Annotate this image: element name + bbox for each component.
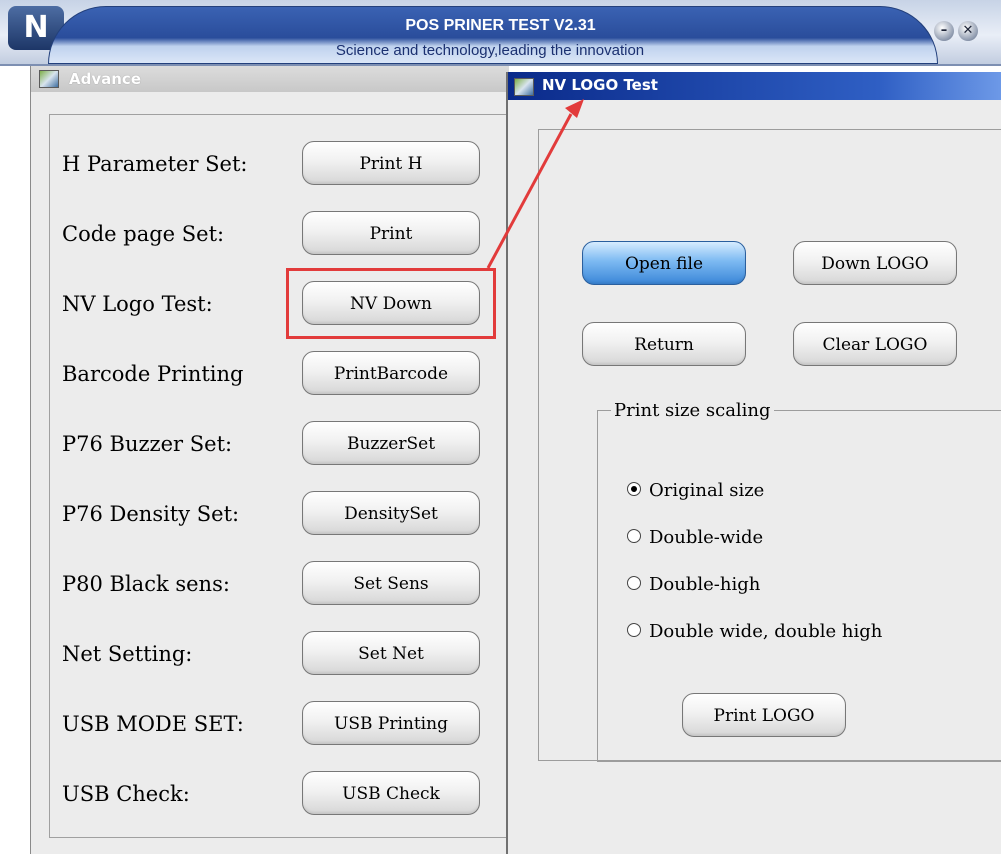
nv-logo-dialog: NV LOGO Test Open file Down LOGO Return … <box>506 72 1001 854</box>
black-sens-label: P80 Black sens: <box>62 572 230 596</box>
radio-dot-icon <box>627 576 641 590</box>
radio-dot-icon <box>627 623 641 637</box>
print-logo-button[interactable]: Print LOGO <box>682 693 846 737</box>
radio-label: Double-high <box>649 574 761 595</box>
down-logo-button[interactable]: Down LOGO <box>793 241 957 285</box>
nv-logo-content: Open file Down LOGO Return Clear LOGO Pr… <box>538 129 1001 762</box>
open-file-button[interactable]: Open file <box>582 241 746 285</box>
set-sens-button[interactable]: Set Sens <box>302 561 480 605</box>
net-setting-label: Net Setting: <box>62 642 193 666</box>
radio-double-high[interactable]: Double-high <box>627 574 760 595</box>
buzzer-set-button[interactable]: BuzzerSet <box>302 421 480 465</box>
app-subtitle: Science and technology,leading the innov… <box>335 42 645 59</box>
nv-logo-titlebar[interactable]: NV LOGO Test <box>508 72 1001 100</box>
return-button[interactable]: Return <box>582 322 746 366</box>
window-icon <box>39 70 59 88</box>
usb-printing-button[interactable]: USB Printing <box>302 701 480 745</box>
print-h-button[interactable]: Print H <box>302 141 480 185</box>
app-title: POS PRINER TEST V2.31 <box>405 17 596 34</box>
advance-title: Advance <box>69 70 141 88</box>
radio-dot-icon <box>627 529 641 543</box>
nv-logo-test-label: NV Logo Test: <box>62 292 213 316</box>
buzzer-set-label: P76 Buzzer Set: <box>62 432 233 456</box>
minimize-button[interactable]: – <box>934 21 954 41</box>
set-net-button[interactable]: Set Net <box>302 631 480 675</box>
radio-original-size[interactable]: Original size <box>627 480 764 501</box>
radio-label: Double-wide <box>649 527 764 548</box>
close-button[interactable]: ✕ <box>958 21 978 41</box>
print-code-page-button[interactable]: Print <box>302 211 480 255</box>
nv-logo-title: NV LOGO Test <box>542 76 658 94</box>
radio-label: Double wide, double high <box>649 621 883 642</box>
radio-label: Original size <box>649 480 765 501</box>
density-set-button[interactable]: DensitySet <box>302 491 480 535</box>
radio-dot-icon <box>627 482 641 496</box>
usb-check-button[interactable]: USB Check <box>302 771 480 815</box>
advance-titlebar: Advance <box>31 66 509 92</box>
code-page-label: Code page Set: <box>62 222 225 246</box>
barcode-printing-label: Barcode Printing <box>62 362 244 386</box>
window-icon <box>514 78 534 96</box>
density-set-label: P76 Density Set: <box>62 502 240 526</box>
print-barcode-button[interactable]: PrintBarcode <box>302 351 480 395</box>
print-size-scaling-legend: Print size scaling <box>611 400 774 421</box>
radio-double-wide[interactable]: Double-wide <box>627 527 763 548</box>
app-banner: N POS PRINER TEST V2.31 Science and tech… <box>0 0 1001 66</box>
usb-check-label: USB Check: <box>62 782 190 806</box>
h-parameter-label: H Parameter Set: <box>62 152 248 176</box>
usb-mode-label: USB MODE SET: <box>62 712 244 736</box>
clear-logo-button[interactable]: Clear LOGO <box>793 322 957 366</box>
radio-double-wide-high[interactable]: Double wide, double high <box>627 621 882 642</box>
highlight-box <box>286 268 496 339</box>
